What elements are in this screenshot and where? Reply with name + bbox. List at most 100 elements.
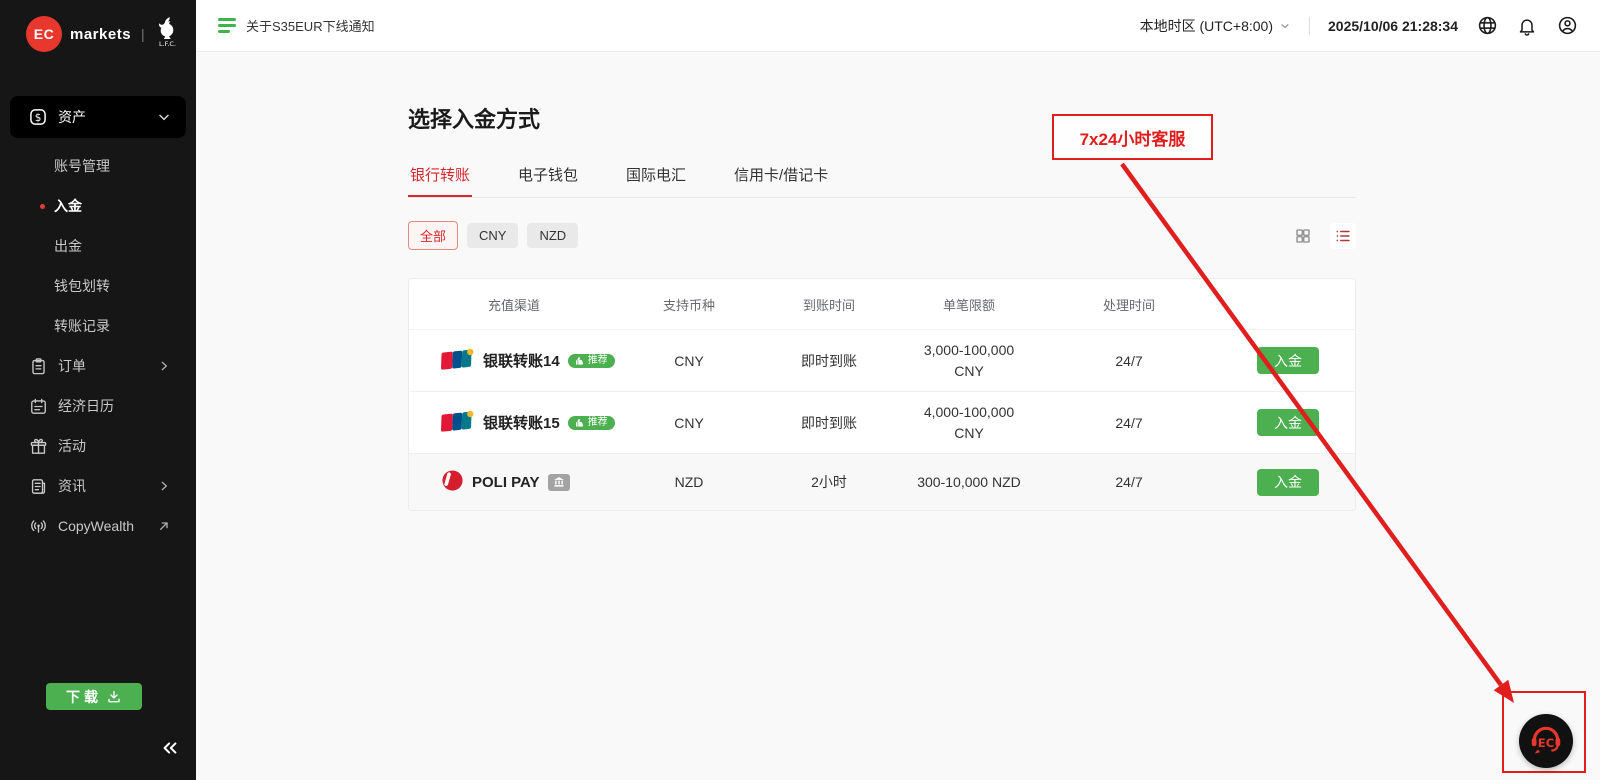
- header-processing-time: 处理时间: [1039, 295, 1219, 314]
- calendar-icon: [28, 396, 48, 416]
- globe-icon[interactable]: [1476, 15, 1498, 37]
- bell-icon[interactable]: [1516, 15, 1538, 37]
- sidebar-item-assets[interactable]: $ 资产: [10, 96, 186, 138]
- recommend-badge: 推荐: [568, 416, 615, 430]
- user-icon[interactable]: [1556, 15, 1578, 37]
- annotation-customer-service: 7x24小时客服: [1052, 114, 1213, 160]
- ec-logo-icon: EC: [26, 16, 62, 52]
- sidebar-item-copywealth[interactable]: CopyWealth: [10, 506, 186, 546]
- table-header: 充值渠道 支持币种 到账时间 单笔限额 处理时间: [409, 279, 1355, 329]
- svg-text:$: $: [35, 112, 42, 124]
- arrival-cell: 即时到账: [759, 351, 899, 371]
- processing-cell: 24/7: [1039, 415, 1219, 431]
- news-icon: [28, 476, 48, 496]
- channel-name: 银联转账14: [483, 350, 560, 371]
- sidebar-item-activities[interactable]: 活动: [10, 426, 186, 466]
- main-area: 选择入金方式 银行转账 电子钱包 国际电汇 信用卡/借记卡 全部 CNY NZD: [196, 52, 1600, 780]
- tab-ewallet[interactable]: 电子钱包: [516, 156, 580, 197]
- chevron-right-icon: [156, 478, 172, 494]
- announcement-link[interactable]: 关于S35EUR下线通知: [218, 16, 375, 35]
- deposit-method-tabs: 银行转账 电子钱包 国际电汇 信用卡/借记卡: [408, 156, 1356, 198]
- orders-icon: [28, 356, 48, 376]
- filter-nzd[interactable]: NZD: [527, 223, 578, 248]
- sidebar-item-transfer-records[interactable]: 转账记录: [10, 306, 186, 346]
- chevron-down-icon: [1279, 20, 1291, 32]
- double-chevron-left-icon: [160, 738, 180, 758]
- datetime: 2025/10/06 21:28:34: [1328, 18, 1458, 34]
- limit-cell: 4,000-100,000 CNY: [899, 402, 1039, 444]
- processing-cell: 24/7: [1039, 474, 1219, 490]
- channel-name: POLI PAY: [472, 474, 540, 491]
- header-limit: 单笔限额: [899, 295, 1039, 314]
- currency-filters: 全部 CNY NZD: [408, 221, 1356, 250]
- copywealth-icon: [28, 516, 48, 536]
- sidebar-item-economic-calendar[interactable]: 经济日历: [10, 386, 186, 426]
- thumbs-up-icon: [575, 356, 585, 366]
- divider: [1309, 17, 1310, 35]
- header-channel: 充值渠道: [409, 295, 619, 314]
- limit-cell: 3,000-100,000 CNY: [899, 340, 1039, 382]
- active-dot: [40, 204, 45, 209]
- thumbs-up-icon: [575, 418, 585, 428]
- sidebar-item-label: 资产: [58, 107, 156, 127]
- sidebar-item-wallet-transfer[interactable]: 钱包划转: [10, 266, 186, 306]
- sidebar-collapse-button[interactable]: [158, 736, 182, 760]
- topbar: 关于S35EUR下线通知 本地时区 (UTC+8:00) 2025/10/06 …: [196, 0, 1600, 52]
- currency-cell: CNY: [619, 415, 759, 431]
- tab-international-wire[interactable]: 国际电汇: [624, 156, 688, 197]
- announcement-icon: [218, 18, 236, 33]
- brand-divider: |: [141, 26, 145, 42]
- table-row: 银联转账15 推荐 CNY 即时到账 4,000-100,000 CNY 24/…: [409, 391, 1355, 453]
- view-toggles: [1290, 223, 1356, 249]
- tab-credit-debit-card[interactable]: 信用卡/借记卡: [732, 156, 830, 197]
- gift-icon: [28, 436, 48, 456]
- brand-logo[interactable]: EC markets | L.F.C.: [0, 0, 196, 66]
- recommend-badge: 推荐: [568, 354, 615, 368]
- currency-cell: CNY: [619, 353, 759, 369]
- currency-cell: NZD: [619, 474, 759, 490]
- arrival-cell: 2小时: [759, 472, 899, 492]
- poli-logo-icon: [441, 469, 464, 495]
- sidebar-item-orders[interactable]: 订单: [10, 346, 186, 386]
- lfc-label: L.F.C.: [159, 40, 176, 47]
- processing-cell: 24/7: [1039, 353, 1219, 369]
- download-icon: [106, 689, 122, 705]
- unionpay-logo-icon: [441, 347, 475, 375]
- bank-badge: [548, 474, 570, 491]
- topbar-right: 本地时区 (UTC+8:00) 2025/10/06 21:28:34: [1140, 15, 1578, 37]
- lfc-liverbird-icon: L.F.C.: [155, 16, 180, 52]
- sidebar-item-deposit[interactable]: 入金: [10, 186, 186, 226]
- unionpay-logo-icon: [441, 409, 475, 437]
- timezone-selector[interactable]: 本地时区 (UTC+8:00): [1140, 16, 1291, 36]
- sidebar: EC markets | L.F.C. $ 资产 账号管理: [0, 0, 196, 780]
- filter-all[interactable]: 全部: [408, 221, 458, 250]
- deposit-channels-table: 充值渠道 支持币种 到账时间 单笔限额 处理时间 银联转账14: [408, 278, 1356, 511]
- deposit-button[interactable]: 入金: [1257, 469, 1319, 496]
- deposit-button[interactable]: 入金: [1257, 409, 1319, 436]
- assets-icon: $: [28, 107, 48, 127]
- chevron-down-icon: [156, 109, 172, 125]
- table-row: 银联转账14 推荐 CNY 即时到账 3,000-100,000 CNY 24/…: [409, 329, 1355, 391]
- sidebar-menu: $ 资产 账号管理 入金 出金 钱包划转 转账记录: [0, 66, 196, 546]
- svg-text:EC: EC: [1538, 736, 1554, 750]
- page-title: 选择入金方式: [408, 102, 1356, 134]
- arrow-up-right-icon: [156, 518, 172, 534]
- chat-icon: EC: [1527, 722, 1565, 760]
- customer-service-chat-button[interactable]: EC: [1519, 714, 1573, 768]
- grid-view-icon[interactable]: [1290, 223, 1316, 249]
- filter-cny[interactable]: CNY: [467, 223, 518, 248]
- download-button[interactable]: 下载: [46, 683, 142, 710]
- table-row: POLI PAY NZD 2小时 300-10,000 NZD 24/7 入金: [409, 453, 1355, 510]
- sidebar-item-withdraw[interactable]: 出金: [10, 226, 186, 266]
- deposit-button[interactable]: 入金: [1257, 347, 1319, 374]
- arrival-cell: 即时到账: [759, 413, 899, 433]
- brand-markets-label: markets: [70, 26, 131, 43]
- annotation-label: 7x24小时客服: [1080, 125, 1186, 150]
- sidebar-item-account-management[interactable]: 账号管理: [10, 146, 186, 186]
- list-view-icon[interactable]: [1330, 223, 1356, 249]
- page: EC markets | L.F.C. $ 资产 账号管理: [0, 0, 1600, 780]
- header-currency: 支持币种: [619, 295, 759, 314]
- tab-bank-transfer[interactable]: 银行转账: [408, 156, 472, 197]
- bank-icon: [553, 476, 565, 488]
- sidebar-item-news[interactable]: 资讯: [10, 466, 186, 506]
